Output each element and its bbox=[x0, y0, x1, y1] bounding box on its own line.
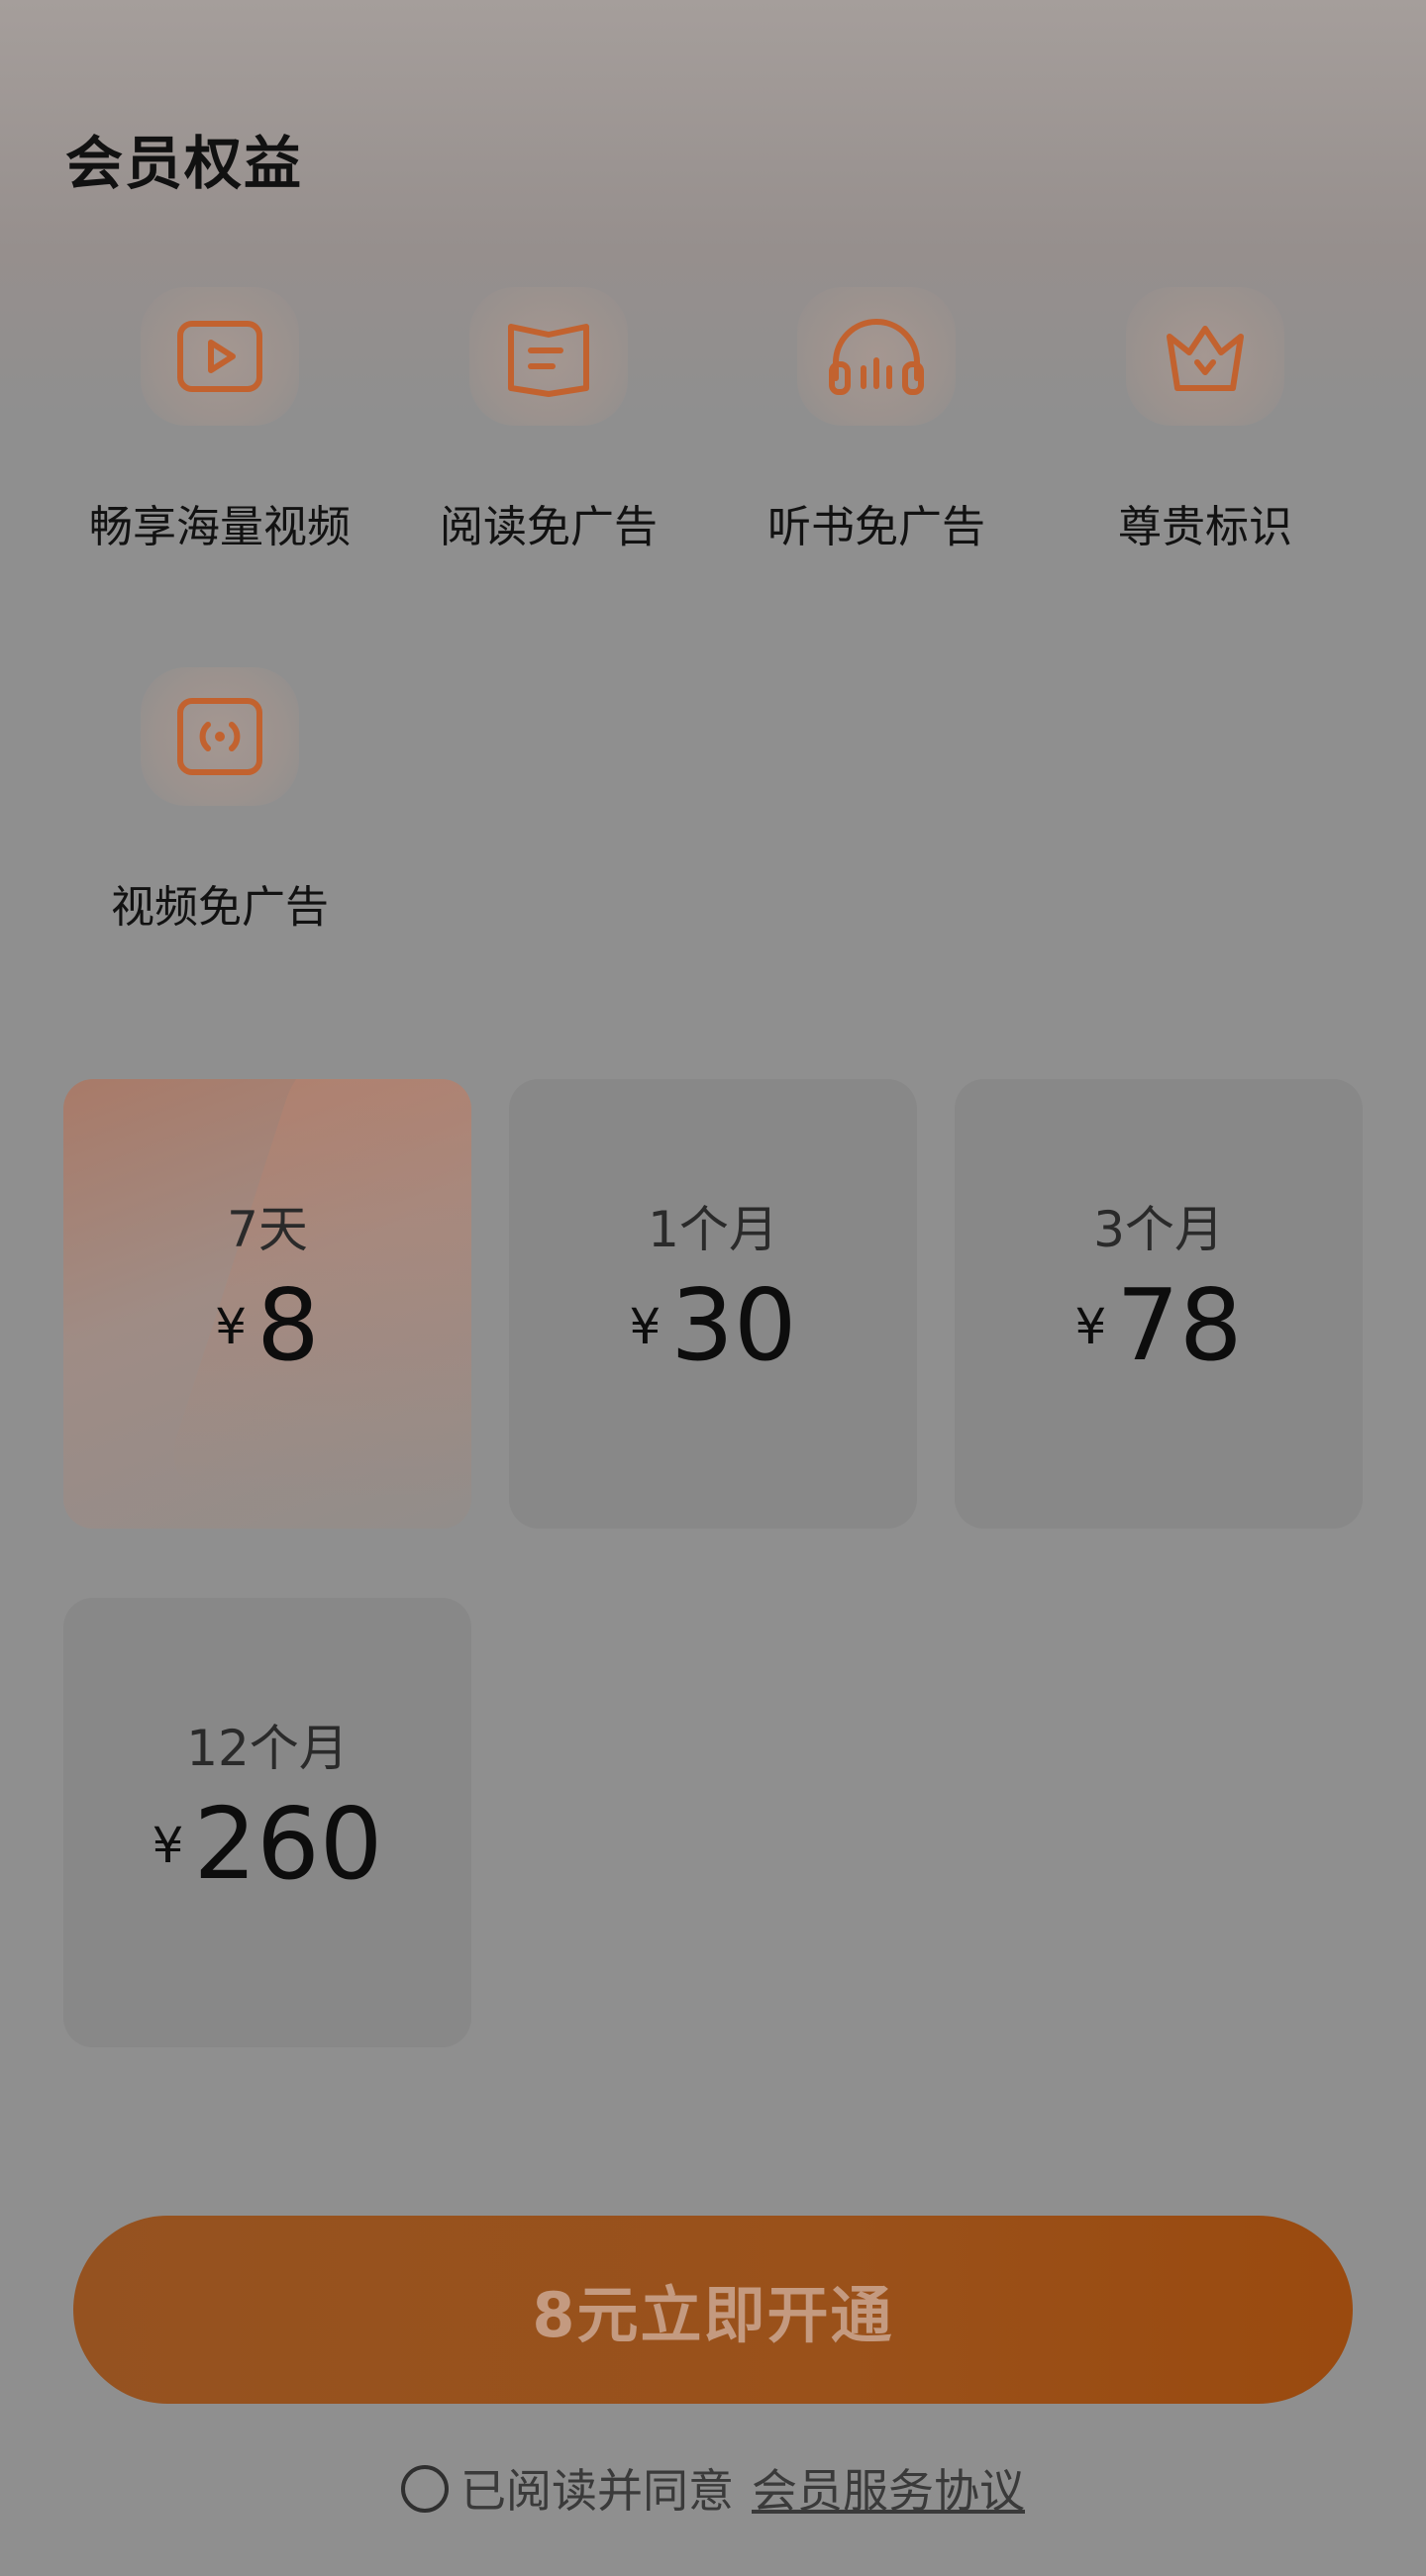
benefit-label: 听书免广告 bbox=[767, 502, 985, 552]
currency-symbol: ¥ bbox=[152, 1817, 184, 1874]
plan-card-7days[interactable]: 7天 ¥8 bbox=[63, 1079, 471, 1529]
crown-icon bbox=[1126, 287, 1284, 426]
plan-card-1month[interactable]: 1个月 ¥30 bbox=[509, 1079, 917, 1529]
plan-price: ¥78 bbox=[955, 1267, 1363, 1383]
agreement-row: 已阅读并同意 会员服务协议 bbox=[0, 2455, 1426, 2521]
benefit-item-audiobook[interactable]: 听书免广告 bbox=[713, 287, 1040, 554]
plan-price: ¥260 bbox=[63, 1786, 471, 1902]
broadcast-icon bbox=[141, 667, 299, 806]
plan-card-3months[interactable]: 3个月 ¥78 bbox=[955, 1079, 1363, 1529]
price-amount: 8 bbox=[256, 1267, 320, 1383]
agreement-text: 已阅读并同意 bbox=[460, 2464, 734, 2518]
price-amount: 260 bbox=[193, 1786, 383, 1902]
agree-radio[interactable] bbox=[401, 2465, 449, 2513]
currency-symbol: ¥ bbox=[215, 1298, 248, 1355]
benefit-label: 视频免广告 bbox=[111, 882, 329, 933]
plan-duration: 12个月 bbox=[186, 1720, 349, 1777]
currency-symbol: ¥ bbox=[1074, 1298, 1107, 1355]
benefit-item-video-noads[interactable]: 视频免广告 bbox=[56, 667, 383, 935]
price-amount: 30 bbox=[670, 1267, 797, 1383]
plan-duration: 3个月 bbox=[1093, 1201, 1224, 1258]
currency-symbol: ¥ bbox=[629, 1298, 662, 1355]
page-title: 会员权益 bbox=[65, 130, 304, 197]
price-amount: 78 bbox=[1116, 1267, 1243, 1383]
headphones-icon bbox=[797, 287, 956, 426]
plan-duration: 1个月 bbox=[648, 1201, 778, 1258]
plan-price: ¥30 bbox=[509, 1267, 917, 1383]
benefit-item-reading[interactable]: 阅读免广告 bbox=[385, 287, 712, 554]
play-icon bbox=[141, 287, 299, 426]
plan-card-12months[interactable]: 12个月 ¥260 bbox=[63, 1598, 471, 2047]
subscribe-button[interactable]: 8元立即开通 bbox=[73, 2216, 1353, 2404]
benefit-item-badge[interactable]: 尊贵标识 bbox=[1042, 287, 1369, 554]
benefit-label: 畅享海量视频 bbox=[89, 502, 351, 552]
plan-price: ¥8 bbox=[63, 1267, 471, 1383]
benefit-item-video[interactable]: 畅享海量视频 bbox=[56, 287, 383, 554]
book-icon bbox=[469, 287, 628, 426]
service-agreement-link[interactable]: 会员服务协议 bbox=[752, 2464, 1025, 2518]
benefit-label: 阅读免广告 bbox=[440, 502, 658, 552]
plan-duration: 7天 bbox=[227, 1201, 308, 1258]
benefit-label: 尊贵标识 bbox=[1118, 502, 1292, 552]
